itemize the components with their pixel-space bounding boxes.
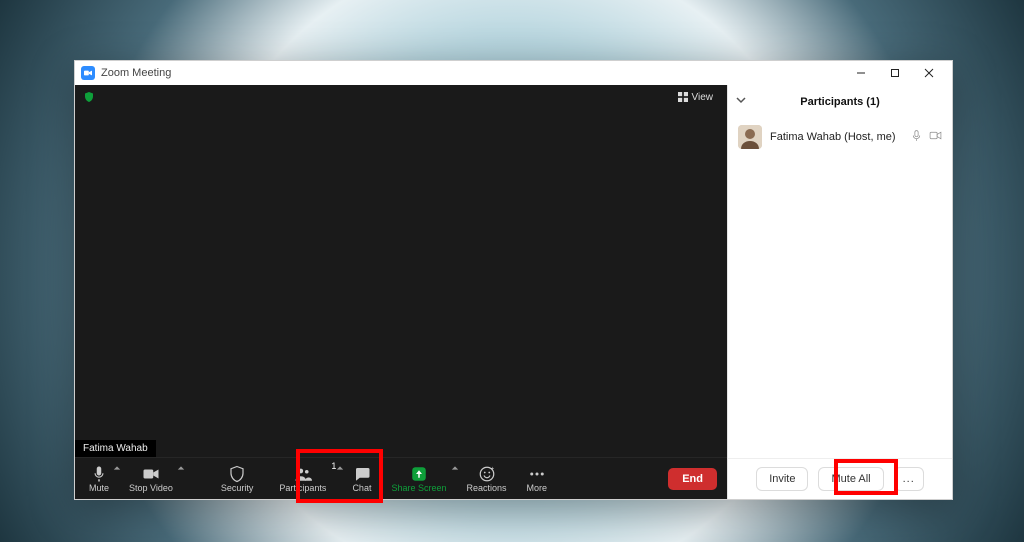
chat-icon xyxy=(353,465,371,483)
presenter-name-pill: Fatima Wahab xyxy=(75,440,156,457)
collapse-panel-button[interactable] xyxy=(736,95,750,109)
chevron-up-icon[interactable] xyxy=(177,464,185,472)
svg-text:+: + xyxy=(490,466,494,472)
participants-icon xyxy=(294,465,312,483)
invite-button[interactable]: Invite xyxy=(756,467,808,491)
end-button[interactable]: End xyxy=(668,468,717,490)
video-canvas xyxy=(75,109,727,457)
reactions-icon: + xyxy=(478,465,496,483)
minimize-button[interactable] xyxy=(844,61,878,85)
avatar xyxy=(738,125,762,149)
view-button[interactable]: View xyxy=(672,90,720,105)
meeting-toolbar: Mute Stop Video Security xyxy=(75,457,727,499)
microphone-icon xyxy=(90,465,108,483)
participants-panel: Participants (1) Fatima Wahab (Host, me) xyxy=(727,85,952,499)
zoom-app-icon xyxy=(81,66,95,80)
maximize-button[interactable] xyxy=(878,61,912,85)
encryption-shield-icon[interactable] xyxy=(83,91,95,103)
share-screen-icon xyxy=(410,465,428,483)
shield-icon xyxy=(228,465,246,483)
participants-list: Fatima Wahab (Host, me) xyxy=(728,119,952,458)
participants-button[interactable]: 1 Participants xyxy=(263,458,342,499)
window-title: Zoom Meeting xyxy=(101,67,171,79)
close-button[interactable] xyxy=(912,61,946,85)
participant-name: Fatima Wahab (Host, me) xyxy=(770,131,902,143)
camera-icon xyxy=(142,465,160,483)
view-label: View xyxy=(692,92,714,103)
security-button[interactable]: Security xyxy=(211,458,264,499)
mute-button[interactable]: Mute xyxy=(79,458,119,499)
participants-footer: Invite Mute All ... xyxy=(728,458,952,499)
participant-row[interactable]: Fatima Wahab (Host, me) xyxy=(728,119,952,155)
more-button[interactable]: More xyxy=(517,458,558,499)
share-screen-button[interactable]: Share Screen xyxy=(381,458,456,499)
stop-video-button[interactable]: Stop Video xyxy=(119,458,183,499)
titlebar: Zoom Meeting xyxy=(75,61,952,85)
reactions-button[interactable]: + Reactions xyxy=(457,458,517,499)
participants-header: Participants (1) xyxy=(728,85,952,119)
more-icon xyxy=(528,465,546,483)
participants-title: Participants (1) xyxy=(800,96,879,108)
chat-button[interactable]: Chat xyxy=(342,458,381,499)
meeting-area: View Fatima Wahab Mute Stop xyxy=(75,85,727,499)
microphone-icon xyxy=(910,129,923,145)
panel-more-button[interactable]: ... xyxy=(894,467,924,491)
mute-all-button[interactable]: Mute All xyxy=(818,467,883,491)
camera-icon xyxy=(929,129,942,145)
zoom-window: Zoom Meeting View Fatim xyxy=(74,60,953,500)
